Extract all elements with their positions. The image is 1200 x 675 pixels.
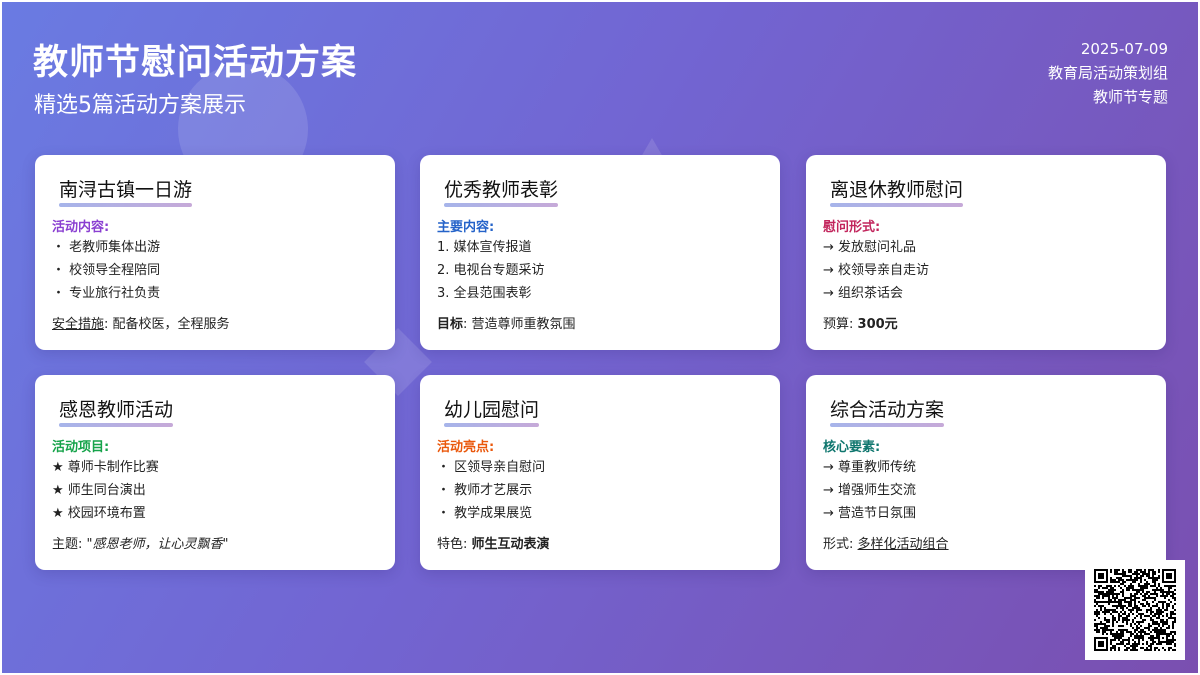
list-item: → 尊重教师传统 <box>823 460 917 475</box>
plan-card-6: 综合活动方案 核心要素: → 尊重教师传统 → 增强师生交流 → 营造节日氛围 … <box>806 375 1166 570</box>
card-title: 幼儿园慰问 <box>444 395 540 427</box>
footer-separator: : <box>463 537 468 552</box>
footer-value: 多样化活动组合 <box>857 537 949 552</box>
section-label: 活动亮点: <box>437 440 495 455</box>
card-footer: 形式: 多样化活动组合 <box>823 533 949 552</box>
section-label: 核心要素: <box>823 440 881 455</box>
list-item: 3. 全县范围表彰 <box>437 286 532 301</box>
list-item: 2. 电视台专题采访 <box>437 263 545 278</box>
list-item: → 组织茶话会 <box>823 286 904 301</box>
footer-separator: : <box>849 537 854 552</box>
footer-value: 300元 <box>857 317 898 332</box>
item-list: → 发放慰问礼品 → 校领导亲自走访 → 组织茶话会 <box>823 236 929 305</box>
card-title: 感恩教师活动 <box>59 395 174 427</box>
page-subtitle: 精选5篇活动方案展示 <box>34 93 246 118</box>
list-item: ・ 教学成果展览 <box>437 506 533 521</box>
plan-card-1: 南浔古镇一日游 活动内容: ・ 老教师集体出游 ・ 校领导全程陪同 ・ 专业旅行… <box>35 155 395 350</box>
item-list: ・ 老教师集体出游 ・ 校领导全程陪同 ・ 专业旅行社负责 <box>52 236 160 305</box>
list-item: ・ 校领导全程陪同 <box>52 263 161 278</box>
footer-value: 营造尊师重教氛围 <box>471 317 576 332</box>
section-label: 主要内容: <box>437 220 495 235</box>
topic-label: 教师节专题 <box>1092 88 1168 106</box>
list-item: → 增强师生交流 <box>823 483 917 498</box>
footer-value: 师生互动表演 <box>471 537 550 552</box>
list-item: ★ 师生同台演出 <box>52 483 146 498</box>
card-footer: 安全措施: 配备校医，全程服务 <box>52 313 230 332</box>
list-item: ・ 教师才艺展示 <box>437 483 533 498</box>
footer-key: 目标 <box>437 317 464 332</box>
list-item: ★ 校园环境布置 <box>52 506 146 521</box>
list-item: ・ 区领导亲自慰问 <box>437 460 546 475</box>
footer-key: 安全措施 <box>52 317 105 332</box>
plan-card-3: 离退休教师慰问 慰问形式: → 发放慰问礼品 → 校领导亲自走访 → 组织茶话会… <box>806 155 1166 350</box>
item-list: ・ 区领导亲自慰问 ・ 教师才艺展示 ・ 教学成果展览 <box>437 456 545 525</box>
list-item: 1. 媒体宣传报道 <box>437 240 532 255</box>
list-item: ・ 老教师集体出游 <box>52 240 161 255</box>
plan-card-4: 感恩教师活动 活动项目: ★ 尊师卡制作比赛 ★ 师生同台演出 ★ 校园环境布置… <box>35 375 395 570</box>
list-item: → 发放慰问礼品 <box>823 240 917 255</box>
card-title: 优秀教师表彰 <box>444 175 559 207</box>
organization-label: 教育局活动策划组 <box>1047 64 1168 82</box>
section-label: 活动项目: <box>52 440 110 455</box>
item-list: ★ 尊师卡制作比赛 ★ 师生同台演出 ★ 校园环境布置 <box>52 456 159 525</box>
header-meta: 2025-07-09 教育局活动策划组 教师节专题 <box>1048 37 1168 109</box>
section-label: 慰问形式: <box>823 220 881 235</box>
section-label: 活动内容: <box>52 220 110 235</box>
qr-code-icon <box>1094 569 1176 651</box>
list-item: → 校领导亲自走访 <box>823 263 930 278</box>
card-footer: 特色: 师生互动表演 <box>437 533 550 552</box>
footer-value: 配备校医，全程服务 <box>112 317 230 332</box>
card-footer: 目标: 营造尊师重教氛围 <box>437 313 576 332</box>
footer-key: 主题 <box>52 537 79 552</box>
footer-separator: : <box>849 317 854 332</box>
card-title: 南浔古镇一日游 <box>59 175 193 207</box>
card-footer: 预算: 300元 <box>823 313 898 332</box>
item-list: 1. 媒体宣传报道 2. 电视台专题采访 3. 全县范围表彰 <box>437 236 545 305</box>
plan-card-2: 优秀教师表彰 主要内容: 1. 媒体宣传报道 2. 电视台专题采访 3. 全县范… <box>420 155 780 350</box>
footer-key: 形式 <box>823 537 850 552</box>
item-list: → 尊重教师传统 → 增强师生交流 → 营造节日氛围 <box>823 456 916 525</box>
card-footer: 主题: "感恩老师，让心灵飘香" <box>52 533 229 552</box>
list-item: → 营造节日氛围 <box>823 506 917 521</box>
list-item: ★ 尊师卡制作比赛 <box>52 460 159 475</box>
qr-code <box>1085 560 1185 660</box>
page-title: 教师节慰问活动方案 <box>33 43 358 83</box>
list-item: ・ 专业旅行社负责 <box>52 286 161 301</box>
card-title: 离退休教师慰问 <box>830 175 964 207</box>
footer-separator: : <box>78 537 83 552</box>
plan-card-5: 幼儿园慰问 活动亮点: ・ 区领导亲自慰问 ・ 教师才艺展示 ・ 教学成果展览 … <box>420 375 780 570</box>
footer-key: 预算 <box>823 317 850 332</box>
date-label: 2025-07-09 <box>1080 40 1168 58</box>
card-title: 综合活动方案 <box>830 395 945 427</box>
footer-separator: : <box>104 317 109 332</box>
footer-separator: : <box>463 317 468 332</box>
footer-key: 特色 <box>437 537 464 552</box>
footer-value: "感恩老师，让心灵飘香" <box>86 537 229 552</box>
